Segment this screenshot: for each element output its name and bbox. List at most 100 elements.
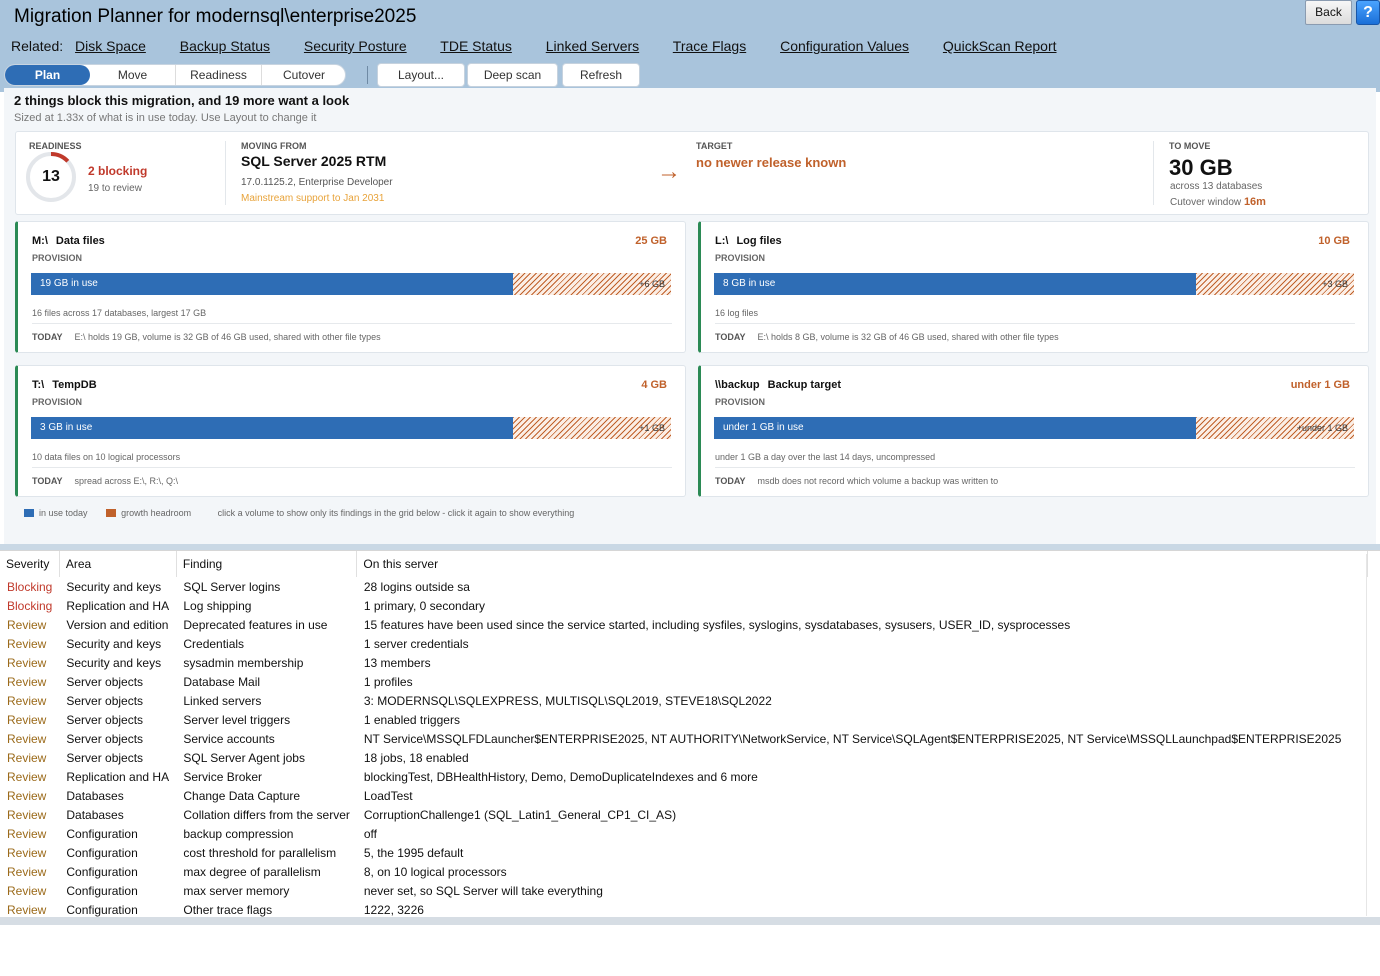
finding-cell: max degree of parallelism xyxy=(183,864,321,879)
link-security-posture[interactable]: Security Posture xyxy=(304,38,407,54)
drive-letter: \\backup xyxy=(715,379,760,391)
readiness-score: 13 xyxy=(42,168,60,185)
volume-card-log[interactable]: L:\ Log files PROVISION 10 GB 8 GB in use… xyxy=(698,221,1369,353)
grid-scrollbar[interactable] xyxy=(1366,554,1380,916)
finding-cell: Deprecated features in use xyxy=(183,617,328,632)
table-row[interactable]: Review Version and edition Deprecated feat… xyxy=(0,615,1368,634)
link-backup-status[interactable]: Backup Status xyxy=(180,38,270,54)
table-row[interactable]: Review Server objects Database Mail 1 profi… xyxy=(0,672,1368,691)
table-row[interactable]: Review Server objects Service accounts NT S… xyxy=(0,729,1368,748)
link-disk-space[interactable]: Disk Space xyxy=(75,38,146,54)
table-row[interactable]: Review Configuration max server memory neve… xyxy=(0,881,1368,900)
volume-note: 16 log files xyxy=(715,308,759,318)
drive-letter: T:\ xyxy=(32,379,45,391)
finding-cell: cost threshold for parallelism xyxy=(183,845,337,860)
right-arrow-icon: → xyxy=(657,158,681,185)
in-use-swatch xyxy=(24,509,34,517)
table-row[interactable]: Review Replication and HA Service Broker bl… xyxy=(0,767,1368,786)
volume-drive: T:\ TempDB xyxy=(32,379,97,391)
today-label: TODAY xyxy=(32,476,63,486)
table-row[interactable]: Blocking Security and keys SQL Server logi… xyxy=(0,577,1368,596)
severity-cell: Review xyxy=(7,807,47,822)
volume-name: Data files xyxy=(55,235,105,247)
today-text: E:\ holds 8 GB, volume is 32 GB of 46 GB… xyxy=(757,332,1059,342)
volume-card-backup[interactable]: \\backup Backup target PROVISION under 1 … xyxy=(698,365,1369,497)
finding-cell: Log shipping xyxy=(183,598,252,613)
table-row[interactable]: Review Security and keys sysadmin membersh… xyxy=(0,653,1368,672)
area-cell: Configuration xyxy=(66,902,138,917)
tab-move[interactable]: Move xyxy=(90,65,176,85)
to-move-size: 30 GB xyxy=(1169,155,1233,180)
volume-note: under 1 GB a day over the last 14 days, … xyxy=(715,452,936,462)
link-configuration-values[interactable]: Configuration Values xyxy=(780,38,909,54)
severity-cell: Review xyxy=(7,750,47,765)
table-row[interactable]: Review Configuration Other trace flags 1222… xyxy=(0,900,1368,918)
findings-table: Severity Area Finding On this server Blo… xyxy=(0,551,1369,918)
help-icon[interactable]: ? xyxy=(1356,0,1380,25)
provision-label: PROVISION xyxy=(32,253,83,263)
refresh-button[interactable]: Refresh xyxy=(562,63,640,87)
back-button[interactable]: Back xyxy=(1305,0,1352,25)
server-value-cell: 1 server credentials xyxy=(363,636,469,651)
tab-plan[interactable]: Plan xyxy=(5,65,90,85)
layout-button[interactable]: Layout... xyxy=(377,63,465,87)
area-cell: Databases xyxy=(66,807,124,822)
provision-label: PROVISION xyxy=(715,397,766,407)
drive-letter: M:\ xyxy=(32,235,48,247)
in-use-bar: under 1 GB in use xyxy=(714,417,1196,439)
plan-subline: Sized at 1.33x of what is in use today. … xyxy=(14,112,317,124)
finding-cell: Credentials xyxy=(183,636,245,651)
summary-divider xyxy=(1153,141,1154,205)
capacity-bar: 8 GB in use +3 GB xyxy=(714,273,1354,295)
severity-cell: Review xyxy=(7,902,47,917)
blocking-count[interactable]: 2 blocking xyxy=(88,164,147,178)
finding-cell: max server memory xyxy=(183,883,290,898)
finding-cell: Collation differs from the server xyxy=(183,807,350,822)
area-cell: Configuration xyxy=(66,864,138,879)
to-move-databases: across 13 databases xyxy=(1170,181,1263,192)
legend-headroom-label: growth headroom xyxy=(121,508,192,518)
divider xyxy=(32,467,672,468)
target-caption: TARGET xyxy=(696,141,733,151)
review-count: 19 to review xyxy=(88,183,142,194)
link-quickscan-report[interactable]: QuickScan Report xyxy=(943,38,1057,54)
finding-cell: SQL Server logins xyxy=(183,579,281,594)
drive-letter: L:\ xyxy=(715,235,729,247)
deep-scan-button[interactable]: Deep scan xyxy=(467,63,558,87)
server-value-cell: 28 logins outside sa xyxy=(363,579,470,594)
table-row[interactable]: Review Server objects Linked servers 3: MOD… xyxy=(0,691,1368,710)
table-row[interactable]: Review Databases Collation differs from th… xyxy=(0,805,1368,824)
tab-cutover[interactable]: Cutover xyxy=(262,65,346,85)
view-tabs: Plan Move Readiness Cutover xyxy=(4,64,346,86)
column-header-area[interactable]: Area xyxy=(59,551,177,577)
table-row[interactable]: Review Configuration max degree of paralle… xyxy=(0,862,1368,881)
table-row[interactable]: Review Server objects SQL Server Agent job… xyxy=(0,748,1368,767)
table-row[interactable]: Review Server objects Server level trigger… xyxy=(0,710,1368,729)
volume-size: 25 GB xyxy=(635,235,667,247)
volume-card-tempdb[interactable]: T:\ TempDB PROVISION 4 GB 3 GB in use +1 … xyxy=(15,365,686,497)
table-row[interactable]: Blocking Replication and HA Log shipping 1 … xyxy=(0,596,1368,615)
link-linked-servers[interactable]: Linked Servers xyxy=(546,38,639,54)
column-header-severity[interactable]: Severity xyxy=(0,551,60,577)
table-row[interactable]: Review Security and keys Credentials 1 serv… xyxy=(0,634,1368,653)
today-text: E:\ holds 19 GB, volume is 32 GB of 46 G… xyxy=(74,332,381,342)
column-header-server[interactable]: On this server xyxy=(356,551,1369,577)
volume-today: TODAY msdb does not record which volume a… xyxy=(715,476,998,486)
scrollbar-thumb[interactable] xyxy=(1371,554,1377,916)
server-value-cell: 18 jobs, 18 enabled xyxy=(363,750,469,765)
link-trace-flags[interactable]: Trace Flags xyxy=(673,38,746,54)
tab-readiness[interactable]: Readiness xyxy=(176,65,262,85)
table-row[interactable]: Review Configuration cost threshold for pa… xyxy=(0,843,1368,862)
area-cell: Configuration xyxy=(66,826,138,841)
area-cell: Configuration xyxy=(66,845,138,860)
app-title: Migration Planner for modernsql\enterpri… xyxy=(14,6,417,27)
table-row[interactable]: Review Configuration backup compression off xyxy=(0,824,1368,843)
volume-card-data[interactable]: M:\ Data files PROVISION 25 GB 19 GB in u… xyxy=(15,221,686,353)
volume-size: 10 GB xyxy=(1318,235,1350,247)
link-tde-status[interactable]: TDE Status xyxy=(440,38,512,54)
moving-from-caption: MOVING FROM xyxy=(241,141,307,151)
area-cell: Server objects xyxy=(66,712,144,727)
server-value-cell: LoadTest xyxy=(363,788,413,803)
column-header-finding[interactable]: Finding xyxy=(176,551,358,577)
table-row[interactable]: Review Databases Change Data Capture LoadTe… xyxy=(0,786,1368,805)
